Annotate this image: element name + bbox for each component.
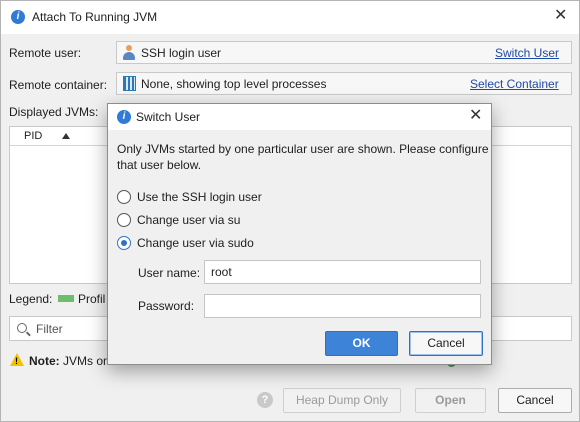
- dialog-description: Only JVMs started by one particular user…: [117, 141, 489, 173]
- user-name-input[interactable]: root: [204, 260, 481, 284]
- dialog-titlebar: i Switch User ✕: [108, 104, 491, 130]
- remote-user-label: Remote user:: [9, 46, 82, 60]
- search-icon: [17, 323, 27, 333]
- user-name-label: User name:: [138, 266, 201, 280]
- column-header-pid[interactable]: PID: [24, 130, 42, 142]
- remote-container-value: None, showing top level processes: [141, 77, 327, 91]
- option-label-ssh-login[interactable]: Use the SSH login user: [137, 190, 262, 204]
- radio-su[interactable]: [117, 213, 131, 227]
- remote-container-label: Remote container:: [9, 78, 108, 92]
- option-label-su[interactable]: Change user via su: [137, 213, 240, 227]
- password-label: Password:: [138, 299, 195, 313]
- filter-placeholder: Filter: [36, 322, 63, 336]
- window-titlebar: i Attach To Running JVM ✕: [1, 1, 579, 34]
- ok-button[interactable]: OK: [325, 331, 398, 356]
- radio-sudo[interactable]: [117, 236, 131, 250]
- help-icon[interactable]: ?: [257, 392, 273, 408]
- cancel-button[interactable]: Cancel: [498, 388, 572, 413]
- displayed-jvms-label: Displayed JVMs:: [9, 105, 99, 119]
- app-logo-icon: i: [11, 10, 25, 24]
- note-bold-label: Note:: [29, 354, 60, 368]
- dialog-cancel-button[interactable]: Cancel: [409, 331, 483, 356]
- description-line-2: that user below.: [117, 158, 202, 172]
- password-input[interactable]: [204, 294, 481, 318]
- dialog-logo-icon: i: [117, 110, 131, 124]
- container-icon: [123, 76, 136, 91]
- close-icon[interactable]: ✕: [554, 8, 567, 24]
- sort-ascending-icon: [62, 133, 70, 139]
- select-container-link[interactable]: Select Container: [470, 77, 559, 91]
- remote-user-field: SSH login user Switch User: [116, 41, 572, 64]
- legend-profiled-swatch: [58, 295, 74, 302]
- remote-user-value: SSH login user: [141, 46, 222, 60]
- heap-dump-only-button[interactable]: Heap Dump Only: [283, 388, 401, 413]
- warning-icon: !: [10, 353, 24, 366]
- remote-container-field: None, showing top level processes Select…: [116, 72, 572, 95]
- note-body: JVMs on: [63, 354, 110, 368]
- description-line-1: Only JVMs started by one particular user…: [117, 142, 489, 156]
- option-label-sudo[interactable]: Change user via sudo: [137, 236, 254, 250]
- switch-user-dialog: i Switch User ✕ Only JVMs started by one…: [107, 103, 492, 365]
- legend-item-label: Profil: [78, 292, 106, 306]
- legend-label: Legend:: [9, 292, 53, 306]
- open-button[interactable]: Open: [415, 388, 486, 413]
- note-text: Note: JVMs on: [29, 354, 110, 368]
- radio-ssh-login-user[interactable]: [117, 190, 131, 204]
- switch-user-link[interactable]: Switch User: [495, 46, 559, 60]
- window-title: Attach To Running JVM: [32, 10, 158, 24]
- user-icon: [123, 45, 135, 60]
- dialog-title: Switch User: [136, 110, 201, 124]
- dialog-close-icon[interactable]: ✕: [469, 108, 482, 124]
